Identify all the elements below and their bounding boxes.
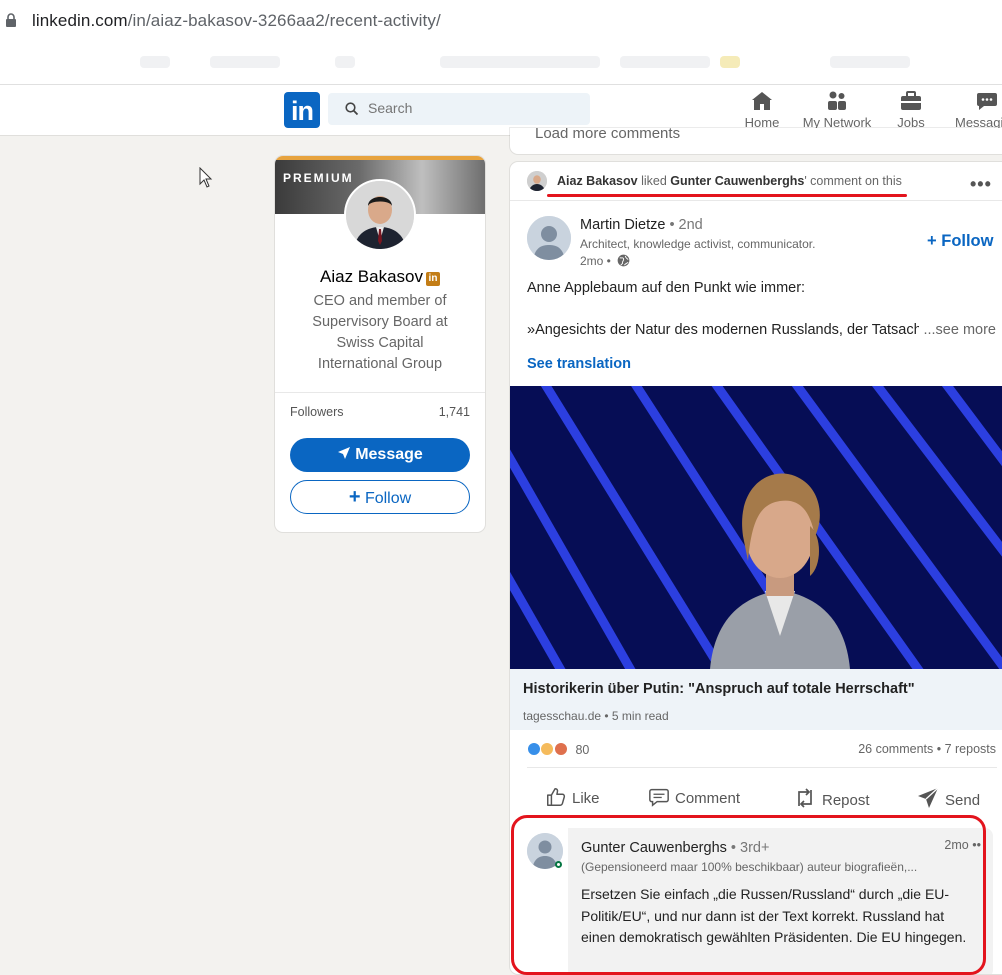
search-icon: [345, 102, 359, 116]
briefcase-icon: [901, 91, 921, 110]
comment-button[interactable]: Comment: [648, 786, 740, 808]
like-reaction-icon: [527, 742, 541, 756]
followers-count: 1,741: [438, 405, 470, 419]
send-icon: [918, 787, 939, 808]
message-button-label: Message: [355, 446, 423, 463]
activity-suffix: ' comment on this: [804, 174, 902, 188]
post-text-truncated: »Angesichts der Natur des modernen Russl…: [527, 322, 922, 338]
globe-icon: [617, 254, 630, 267]
red-highlight-underline: [547, 194, 907, 197]
activity-actor[interactable]: Aiaz Bakasov: [557, 174, 638, 188]
article-photo: [510, 386, 1002, 669]
connection-degree: • 2nd: [665, 217, 703, 233]
nav-messaging[interactable]: Messagi: [955, 89, 1002, 130]
repost-label: Repost: [822, 792, 870, 809]
activity-line: Aiaz Bakasov liked Gunter Cauwenberghs' …: [557, 174, 902, 188]
profile-follow-button[interactable]: + Follow: [290, 480, 470, 514]
like-button[interactable]: Like: [545, 786, 600, 808]
profile-card: PREMIUM Aiaz Bakasov in CEO and member of…: [275, 156, 485, 532]
profile-photo: [346, 181, 414, 249]
browser-url-bar[interactable]: linkedin.com/in/aiaz-bakasov-3266aa2/rec…: [0, 0, 1002, 42]
send-icon: [338, 447, 351, 459]
comment-icon: [649, 788, 669, 807]
bookmarks-bar: [0, 42, 1002, 85]
blurred-bookmark: [830, 56, 910, 68]
repost-button[interactable]: Repost: [793, 786, 870, 810]
premium-badge: PREMIUM: [283, 171, 354, 185]
see-more-link[interactable]: ...see more: [919, 322, 996, 338]
blurred-bookmark: [335, 56, 355, 68]
like-label: Like: [572, 790, 600, 807]
actor-photo: [527, 171, 547, 191]
celebrate-reaction-icon: [553, 742, 568, 756]
article-image[interactable]: [510, 386, 1002, 669]
plus-icon: +: [348, 486, 361, 508]
profile-avatar[interactable]: [344, 179, 416, 251]
divider: [275, 392, 485, 393]
article-link-preview[interactable]: Historikerin über Putin: "Anspruch auf t…: [510, 669, 1002, 730]
article-title[interactable]: Historikerin über Putin: "Anspruch auf t…: [523, 681, 915, 697]
url-path: /in/aiaz-bakasov-3266aa2/recent-activity…: [127, 11, 441, 30]
article-source: tagesschau.de • 5 min read: [523, 709, 669, 723]
activity-actor-avatar[interactable]: [527, 171, 547, 191]
see-translation-link[interactable]: See translation: [527, 356, 631, 372]
plus-icon: +: [927, 232, 937, 250]
post-text-line-2: »Angesichts der Natur des modernen Russl…: [527, 322, 999, 338]
lock-icon: [6, 13, 16, 27]
profile-name-row[interactable]: Aiaz Bakasov in: [275, 267, 485, 287]
load-more-comments[interactable]: Load more comments: [535, 128, 680, 142]
search-box[interactable]: [328, 93, 590, 125]
nav-jobs[interactable]: Jobs: [893, 89, 929, 130]
post-author-subtitle: Architect, knowledge activist, communica…: [580, 237, 816, 251]
post-time: 2mo •: [580, 254, 611, 268]
post-follow-button[interactable]: + Follow: [927, 232, 993, 251]
network-icon: [828, 91, 846, 110]
profile-headline: CEO and member of Supervisory Board at S…: [312, 293, 448, 372]
url-text[interactable]: linkedin.com/in/aiaz-bakasov-3266aa2/rec…: [32, 11, 441, 31]
blurred-bookmark: [720, 56, 740, 68]
messaging-icon: [977, 93, 997, 110]
comments-reposts-stats[interactable]: 26 comments • 7 reposts: [858, 742, 996, 756]
like-icon: [547, 788, 566, 806]
reaction-count: 80: [575, 743, 590, 757]
followers-label: Followers: [290, 405, 344, 419]
post-text-line-1: Anne Applebaum auf den Punkt wie immer:: [527, 280, 806, 296]
send-label: Send: [945, 792, 981, 809]
send-button[interactable]: Send: [916, 786, 980, 810]
profile-name[interactable]: Aiaz Bakasov: [320, 267, 423, 286]
linkedin-logo[interactable]: in: [284, 92, 320, 128]
activity-target[interactable]: Gunter Cauwenberghs: [670, 174, 804, 188]
mouse-cursor-icon: [199, 167, 213, 188]
url-domain: linkedin.com: [32, 11, 128, 30]
post-author-avatar[interactable]: [527, 216, 571, 260]
reactions-summary[interactable]: 80: [527, 742, 589, 757]
blurred-bookmark: [620, 56, 710, 68]
divider: [527, 767, 997, 768]
divider: [510, 200, 1002, 201]
post-actions-bar: Like Comment Repost Send: [510, 780, 1002, 816]
insightful-reaction-icon: [540, 742, 555, 756]
repost-icon: [798, 788, 812, 808]
blurred-bookmark: [140, 56, 170, 68]
premium-in-icon: in: [426, 272, 440, 286]
search-input[interactable]: [366, 99, 580, 117]
post-time-row: 2mo •: [580, 254, 630, 268]
comment-label: Comment: [675, 790, 741, 807]
activity-verb: liked: [637, 174, 671, 188]
default-avatar-icon: [527, 216, 571, 260]
more-options-icon[interactable]: •••: [970, 174, 992, 195]
blurred-bookmark: [210, 56, 280, 68]
post-follow-label: Follow: [941, 232, 994, 250]
nav-my-network[interactable]: My Network: [800, 89, 874, 130]
previous-post-card: Load more comments: [510, 128, 1002, 154]
post-author-line[interactable]: Martin Dietze • 2nd: [580, 217, 703, 233]
follow-button-label: Follow: [364, 490, 412, 507]
nav-home[interactable]: Home: [742, 89, 782, 130]
post-author-name[interactable]: Martin Dietze: [580, 217, 665, 233]
message-button[interactable]: Message: [290, 438, 470, 472]
red-highlight-box: [511, 815, 986, 975]
home-icon: [752, 92, 772, 110]
blurred-bookmark: [440, 56, 600, 68]
